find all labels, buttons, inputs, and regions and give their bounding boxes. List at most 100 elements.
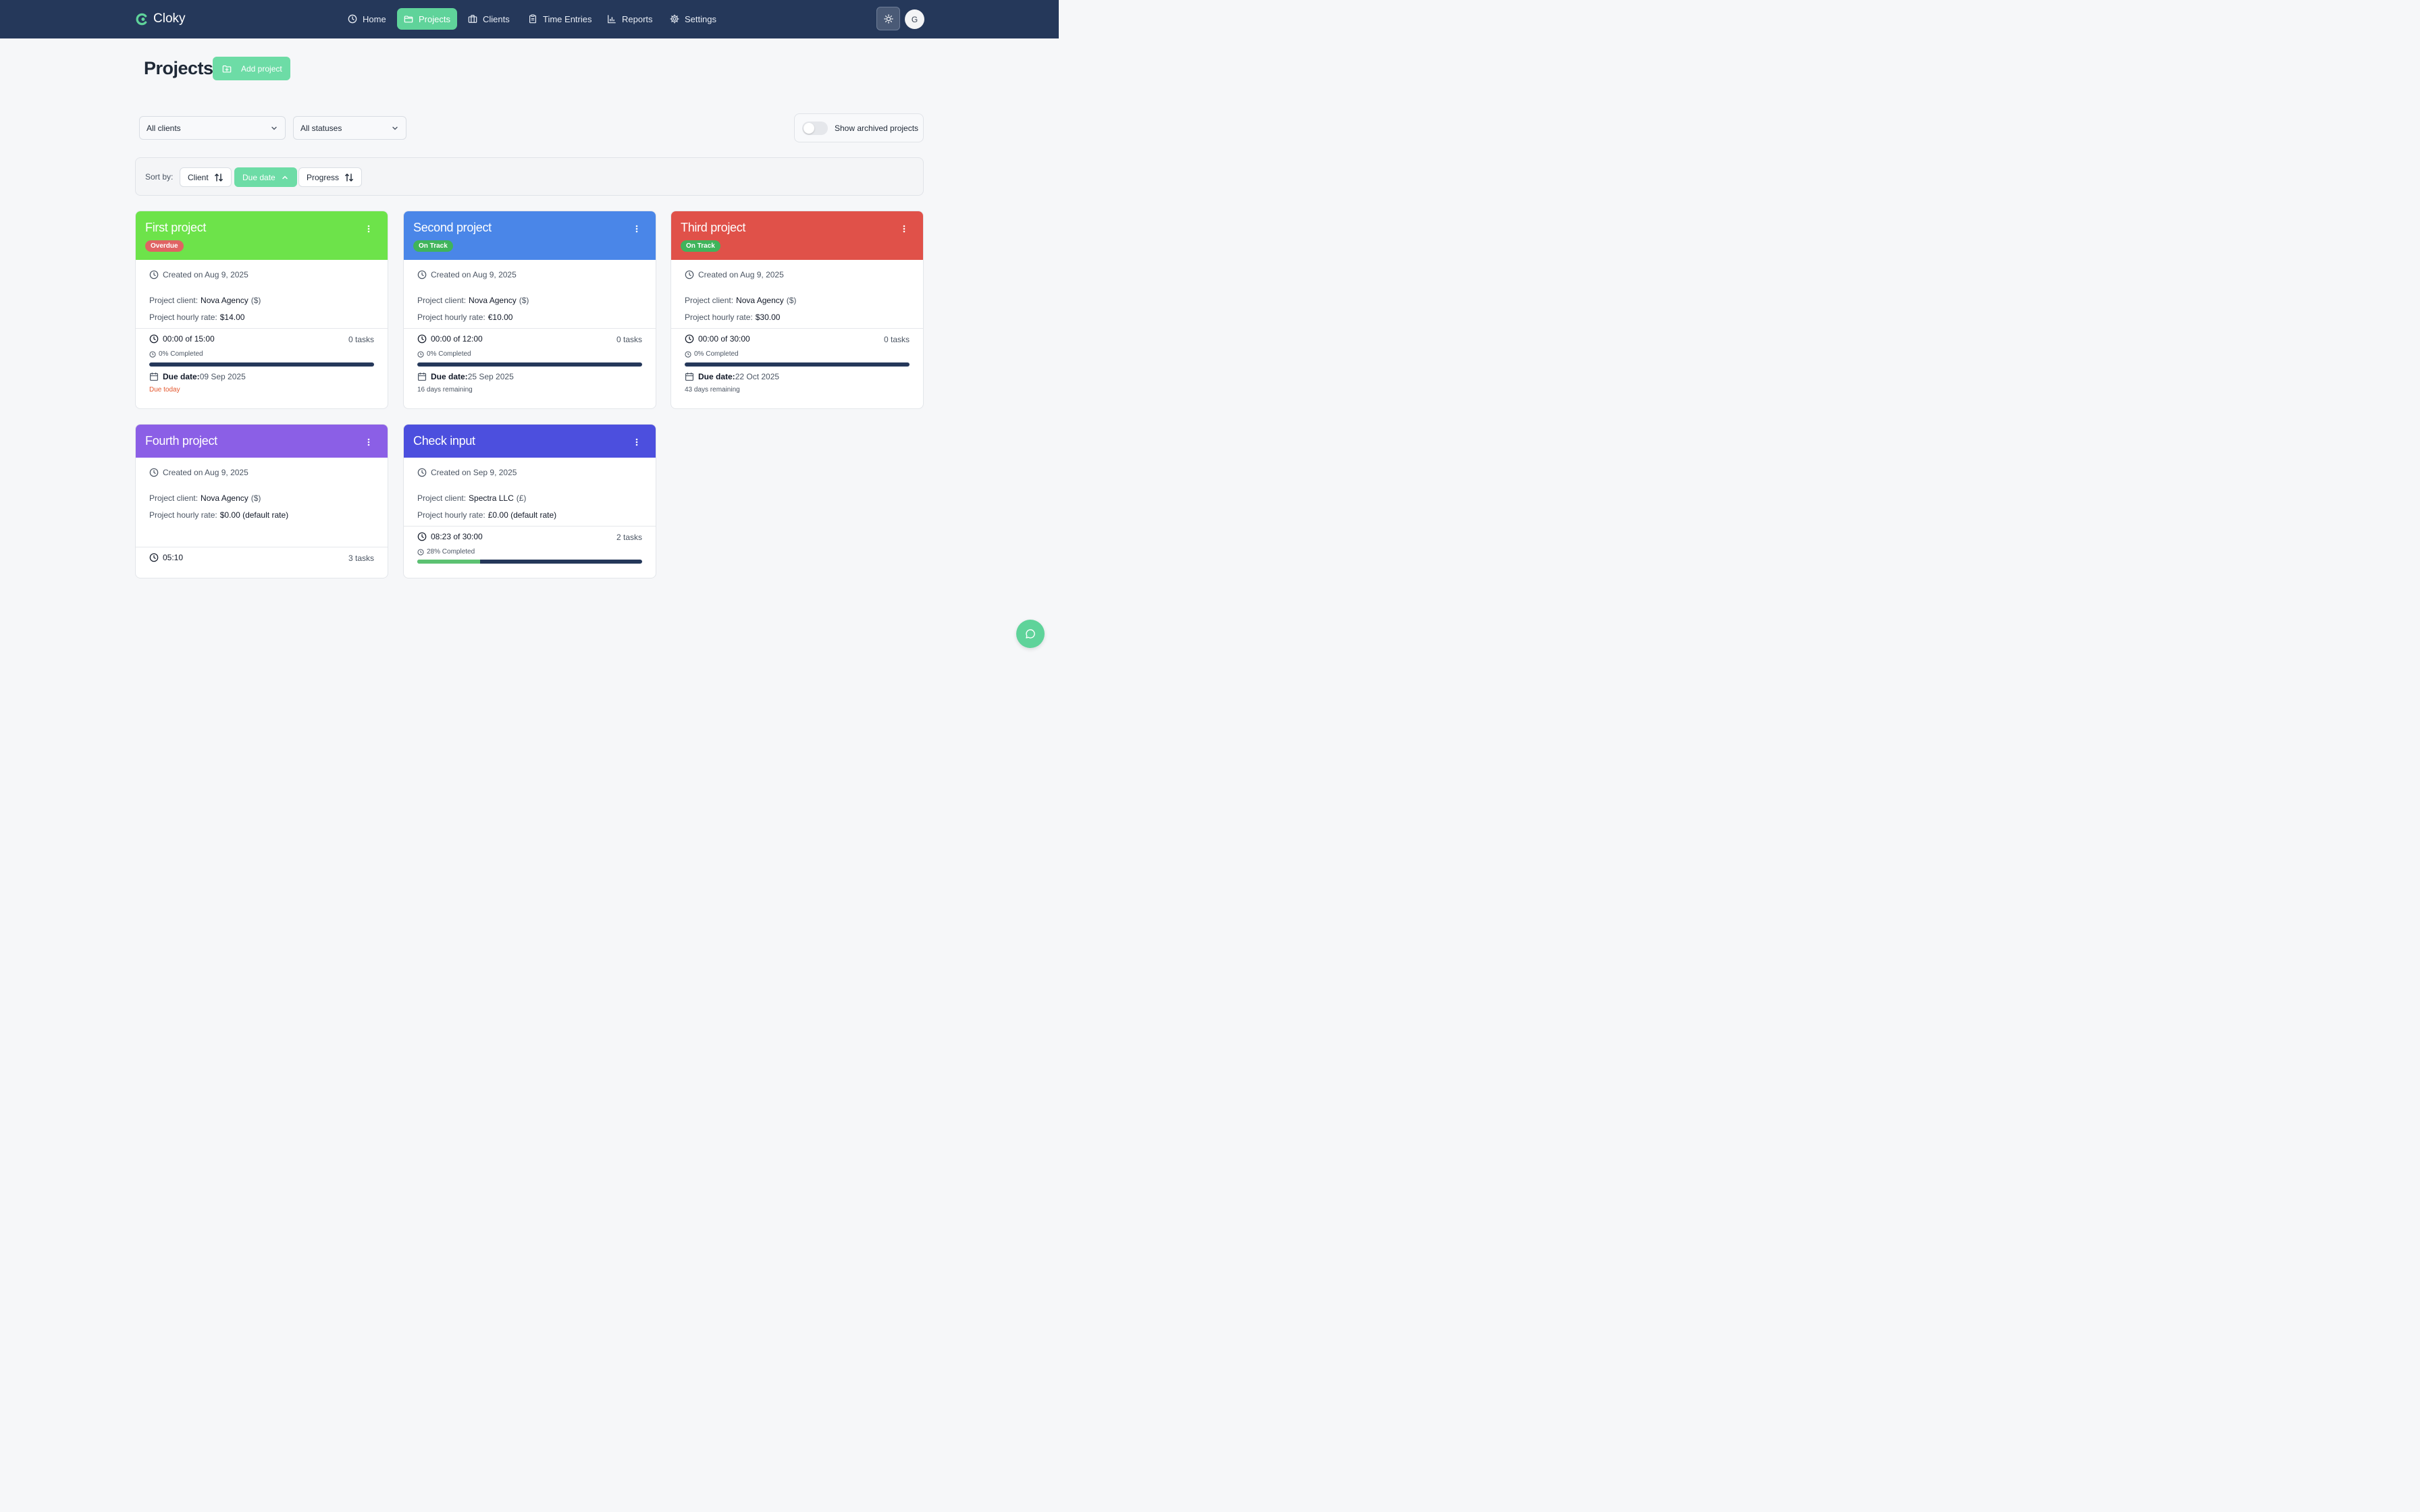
gear-icon [670, 14, 679, 24]
sort-bar: Sort by: Client Due date Progress [135, 157, 924, 196]
project-menu-button[interactable] [363, 437, 374, 448]
clock-icon [417, 548, 424, 556]
nav-time-entries-label: Time Entries [543, 14, 592, 24]
project-menu-button[interactable] [631, 223, 642, 234]
more-vertical-icon [367, 225, 370, 233]
project-name: Check input [413, 434, 475, 448]
show-archived-toggle[interactable] [802, 121, 828, 135]
time-row: 00:00 of 30:00 [685, 334, 750, 344]
time-row: 00:00 of 12:00 [417, 334, 483, 344]
client-row: Project client: Nova Agency ($) [149, 296, 261, 305]
client-currency: ($) [786, 296, 797, 305]
nav-home[interactable]: Home [341, 8, 393, 30]
hourly-rate: $0.00 (default rate) [219, 510, 289, 520]
project-menu-button[interactable] [631, 437, 642, 448]
time-row: 08:23 of 30:00 [417, 532, 483, 541]
calendar-icon [149, 373, 159, 381]
client-currency: (£) [516, 493, 527, 503]
chevron-down-icon [392, 126, 398, 130]
status-badge: On Track [681, 240, 720, 252]
project-name: First project [145, 221, 207, 234]
nav-projects[interactable]: Projects [397, 8, 457, 30]
due-note: 43 days remaining [685, 386, 740, 394]
sort-client-label: Client [188, 172, 209, 182]
show-archived-label: Show archived projects [835, 123, 919, 133]
more-vertical-icon [903, 225, 905, 233]
nav-clients[interactable]: Clients [461, 8, 517, 30]
sort-due-date-button[interactable]: Due date [234, 167, 297, 187]
project-menu-button[interactable] [363, 223, 374, 234]
calendar-icon [685, 373, 694, 381]
folder-plus-icon [222, 65, 232, 72]
time-tracked: 00:00 of 15:00 [163, 334, 215, 344]
created-date: Created on Aug 9, 2025 [698, 270, 784, 279]
client-currency: ($) [519, 296, 529, 305]
add-project-button[interactable]: Add project [213, 57, 290, 80]
top-navbar: Cloky Home Projects Clients Time Entries… [0, 0, 1059, 38]
created-row: Created on Aug 9, 2025 [149, 468, 248, 477]
nav-clients-label: Clients [483, 14, 510, 24]
task-count: 2 tasks [616, 533, 642, 542]
sort-progress-label: Progress [307, 172, 340, 182]
clock-icon [685, 270, 694, 279]
clock-icon [417, 468, 427, 477]
sort-client-button[interactable]: Client [180, 167, 232, 187]
clock-icon [149, 270, 159, 279]
calendar-icon [417, 373, 427, 381]
sort-arrows-icon [214, 173, 223, 182]
divider [671, 328, 923, 329]
clock-icon [149, 334, 159, 344]
client-filter-select[interactable]: All clients [139, 116, 286, 140]
user-avatar[interactable]: G [905, 9, 924, 29]
client-label: Project client: [149, 493, 199, 503]
chat-button[interactable] [1016, 620, 1045, 648]
hourly-rate: $30.00 [755, 313, 781, 322]
rate-label: Project hourly rate: [685, 313, 753, 322]
client-name: Nova Agency [201, 493, 248, 503]
nav-home-label: Home [363, 14, 386, 24]
project-name: Fourth project [145, 434, 217, 448]
due-label: Due date: [431, 372, 468, 381]
status-filter-select[interactable]: All statuses [293, 116, 406, 140]
clock-icon [149, 553, 159, 562]
task-count: 0 tasks [348, 335, 374, 344]
clock-icon [685, 334, 694, 344]
due-label: Due date: [698, 372, 735, 381]
progress-bar [685, 362, 910, 367]
status-badge: On Track [413, 240, 453, 252]
nav-reports[interactable]: Reports [600, 8, 660, 30]
due-date: 09 Sep 2025 [199, 372, 246, 381]
client-label: Project client: [417, 296, 467, 305]
client-currency: ($) [251, 296, 261, 305]
chevron-up-icon [282, 175, 288, 179]
project-card[interactable]: Fourth project Created on Aug 9, 2025 Pr… [135, 424, 388, 578]
client-label: Project client: [417, 493, 467, 503]
rate-label: Project hourly rate: [149, 313, 217, 322]
sort-progress-button[interactable]: Progress [298, 167, 363, 187]
clock-icon [417, 270, 427, 279]
project-menu-button[interactable] [899, 223, 910, 234]
clock-icon [417, 532, 427, 541]
completed-percent: 0% Completed [694, 350, 739, 358]
nav-settings[interactable]: Settings [663, 8, 723, 30]
project-card[interactable]: First project Overdue Created on Aug 9, … [135, 211, 388, 409]
clock-icon [348, 14, 357, 24]
project-card[interactable]: Third project On Track Created on Aug 9,… [670, 211, 924, 409]
progress-fill [417, 560, 481, 564]
more-vertical-icon [635, 438, 638, 446]
created-date: Created on Aug 9, 2025 [431, 270, 517, 279]
hourly-rate: €10.00 [488, 313, 513, 322]
completed-row: 0% Completed [685, 350, 739, 358]
sort-arrows-icon [345, 173, 353, 182]
project-card[interactable]: Second project On Track Created on Aug 9… [403, 211, 656, 409]
project-card[interactable]: Check input Created on Sep 9, 2025 Proje… [403, 424, 656, 578]
time-tracked: 08:23 of 30:00 [431, 532, 483, 541]
rate-row: Project hourly rate: €10.00 [417, 313, 512, 322]
nav-time-entries[interactable]: Time Entries [521, 8, 598, 30]
theme-toggle-button[interactable] [876, 7, 900, 30]
card-header: Third project On Track [671, 211, 923, 260]
sort-due-date-label: Due date [242, 172, 275, 182]
status-filter-value: All statuses [300, 123, 342, 133]
clipboard-icon [529, 14, 536, 24]
client-name: Spectra LLC [469, 493, 514, 503]
